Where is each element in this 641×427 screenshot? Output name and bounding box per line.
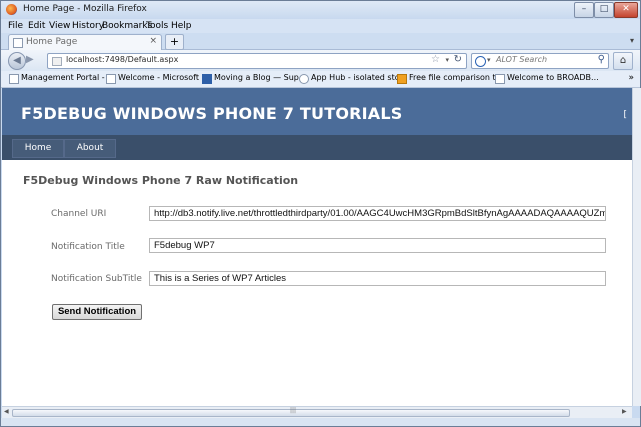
site-header: F5DEBUG WINDOWS PHONE 7 TUTORIALS [	[2, 88, 632, 135]
bookmark-page-icon	[106, 74, 116, 84]
tab-label: Home Page	[26, 37, 78, 47]
url-history-dropdown-icon[interactable]: ▾	[445, 56, 449, 64]
navigation-bar: ◀ ▶ localhost:7498/Default.aspx ☆ ▾ ↻ ▾ …	[1, 50, 640, 71]
wordpress-icon	[202, 74, 212, 84]
scroll-left-icon[interactable]: ◀	[4, 408, 9, 415]
channel-uri-input[interactable]: http://db3.notify.live.net/throttledthir…	[149, 206, 606, 221]
site-menu: Home About	[2, 135, 632, 160]
home-button[interactable]: ⌂	[613, 52, 633, 70]
horizontal-scrollbar[interactable]: ◀ ||| ▶	[2, 406, 632, 418]
bookmark-label: Free file comparison t...	[409, 73, 504, 82]
bookmark-page-icon	[495, 74, 505, 84]
search-engine-icon[interactable]	[475, 56, 486, 67]
send-notification-button[interactable]: Send Notification	[52, 304, 142, 320]
bookmark-page-icon	[9, 74, 19, 84]
login-display[interactable]: [	[623, 110, 627, 120]
minimize-button[interactable]: –	[574, 2, 594, 18]
window-title: Home Page - Mozilla Firefox	[23, 4, 147, 14]
menu-home-link[interactable]: Home	[12, 139, 64, 158]
channel-uri-label: Channel URI	[51, 209, 107, 219]
bookmark-star-icon[interactable]: ☆	[431, 54, 440, 65]
search-icon[interactable]: ⚲	[598, 54, 605, 65]
forward-button[interactable]: ▶	[26, 54, 38, 66]
tab-close-icon[interactable]: ×	[149, 36, 157, 46]
title-bar: Home Page - Mozilla Firefox – □ ✕	[1, 1, 640, 19]
menu-history[interactable]: History	[72, 21, 104, 31]
search-bar[interactable]: ▾ ALOT Search ⚲	[471, 53, 609, 69]
close-button[interactable]: ✕	[614, 2, 638, 18]
scrollbar-grip-icon: |||	[290, 407, 297, 414]
page-icon	[13, 38, 23, 48]
site-title: F5DEBUG WINDOWS PHONE 7 TUTORIALS	[21, 104, 403, 123]
notification-title-input[interactable]: F5debug WP7	[149, 238, 606, 253]
bookmarks-toolbar: Management Portal - ... Welcome - Micros…	[1, 71, 640, 88]
bookmarks-overflow-icon[interactable]: »	[628, 73, 634, 83]
search-engine-dropdown-icon[interactable]: ▾	[487, 56, 491, 64]
maximize-button[interactable]: □	[594, 2, 614, 18]
notification-subtitle-label: Notification SubTitle	[51, 274, 142, 284]
page-heading: F5Debug Windows Phone 7 Raw Notification	[23, 174, 299, 187]
new-tab-button[interactable]: +	[165, 34, 184, 50]
page-content: F5DEBUG WINDOWS PHONE 7 TUTORIALS [ Home…	[2, 88, 632, 406]
url-text: localhost:7498/Default.aspx	[66, 55, 179, 64]
scroll-right-icon[interactable]: ▶	[622, 408, 627, 415]
menu-tools[interactable]: Tools	[146, 21, 168, 31]
tab-home-page[interactable]: Home Page ×	[8, 34, 162, 50]
site-identity-icon[interactable]	[52, 57, 62, 66]
menu-bar: File Edit View History Bookmarks Tools H…	[1, 19, 640, 33]
vertical-scrollbar[interactable]	[632, 88, 641, 406]
firefox-icon[interactable]	[6, 4, 17, 15]
menu-about-link[interactable]: About	[64, 139, 116, 158]
bookmark-label: Welcome to BROADB...	[507, 73, 599, 82]
notification-subtitle-input[interactable]: This is a Series of WP7 Articles	[149, 271, 606, 286]
menu-help[interactable]: Help	[171, 21, 192, 31]
bookmark-label: Moving a Blog — Sup...	[214, 73, 307, 82]
back-button[interactable]: ◀	[8, 52, 26, 70]
menu-bookmarks[interactable]: Bookmarks	[102, 21, 152, 31]
notification-title-label: Notification Title	[51, 242, 125, 252]
browser-window: Home Page - Mozilla Firefox – □ ✕ File E…	[0, 0, 641, 427]
menu-edit[interactable]: Edit	[28, 21, 45, 31]
address-bar[interactable]: localhost:7498/Default.aspx ☆ ▾ ↻	[47, 53, 467, 69]
tab-strip: Home Page × + ▾	[1, 33, 640, 50]
search-input[interactable]: ALOT Search	[496, 55, 547, 64]
menu-view[interactable]: View	[49, 21, 70, 31]
status-bar	[1, 418, 640, 426]
app-hub-icon	[299, 74, 309, 84]
file-compare-icon	[397, 74, 407, 84]
bookmark-label: Management Portal - ...	[21, 73, 115, 82]
menu-file[interactable]: File	[8, 21, 23, 31]
reload-icon[interactable]: ↻	[454, 54, 462, 65]
bookmark-label: Welcome - Microsoft ...	[118, 73, 210, 82]
bookmark-label: App Hub - isolated sto...	[311, 73, 408, 82]
list-all-tabs-icon[interactable]: ▾	[630, 36, 634, 45]
